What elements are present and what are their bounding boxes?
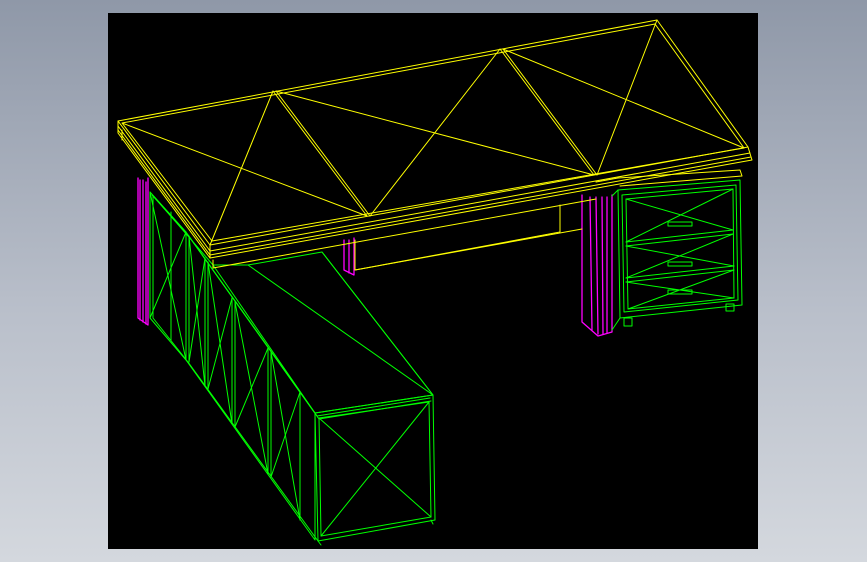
cabinets [149, 179, 743, 546]
desktop-top [117, 19, 753, 271]
wireframe-desk-model-icon [117, 19, 753, 546]
right-leg [581, 194, 613, 337]
pedestal-cabinet [611, 179, 743, 331]
cad-window [0, 0, 867, 562]
model-viewport[interactable] [108, 13, 758, 549]
return-cabinet [149, 191, 436, 546]
left-leg [137, 177, 149, 326]
